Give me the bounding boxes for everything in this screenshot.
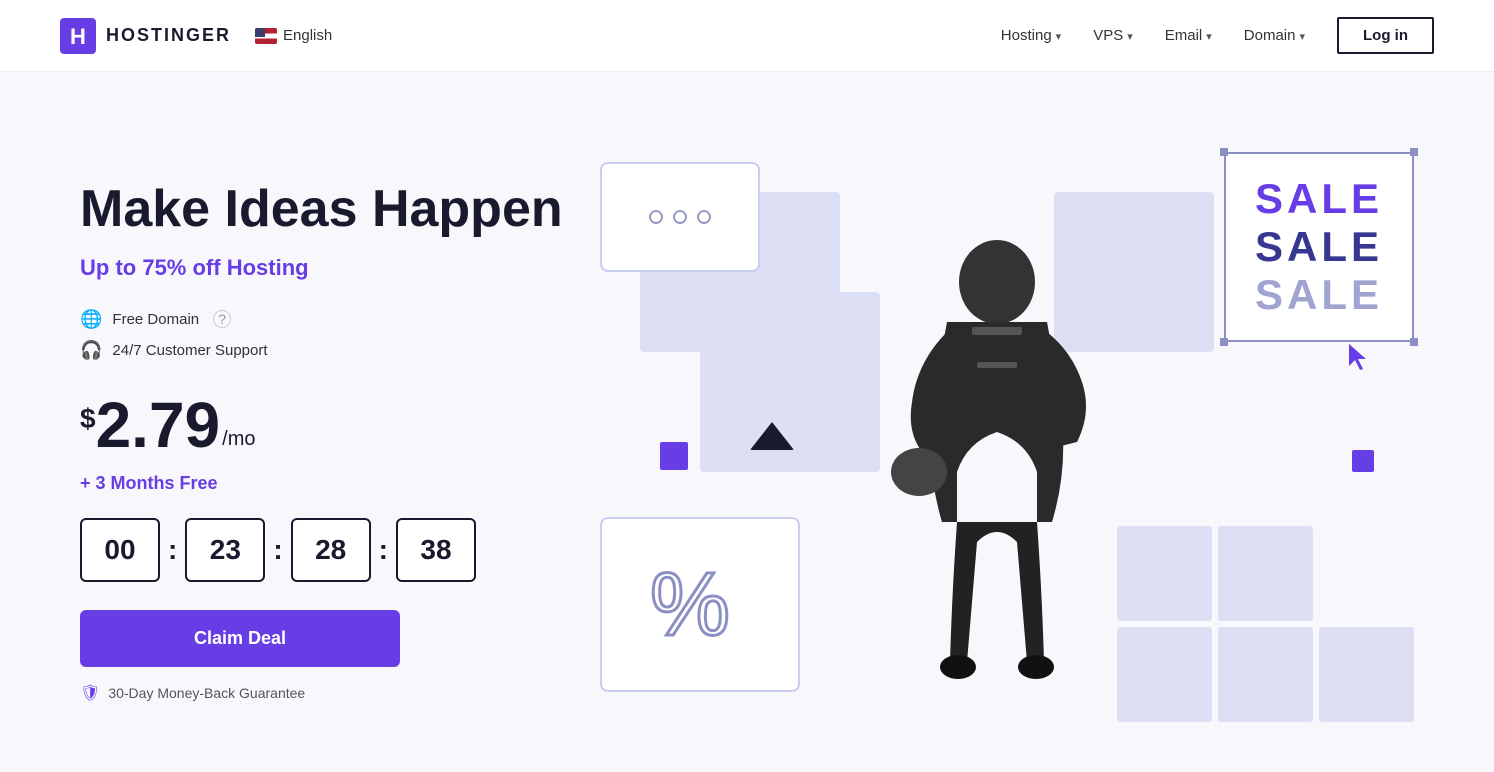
price-display: $ 2.79 /mo bbox=[80, 393, 580, 457]
chevron-down-icon: ▾ bbox=[1127, 30, 1133, 43]
logo-text: HOSTINGER bbox=[106, 25, 231, 46]
hero-title: Make Ideas Happen bbox=[80, 181, 580, 238]
chevron-down-icon: ▾ bbox=[1299, 30, 1305, 43]
grid-cell-6 bbox=[1319, 627, 1414, 722]
price-dollar: $ bbox=[80, 405, 96, 433]
language-label: English bbox=[283, 27, 332, 44]
claim-deal-button[interactable]: Claim Deal bbox=[80, 610, 400, 667]
main-content: Make Ideas Happen Up to 75% off Hosting … bbox=[0, 72, 1494, 772]
browser-dot-1 bbox=[649, 210, 663, 224]
login-button[interactable]: Log in bbox=[1337, 17, 1434, 54]
feature-list: 🌐 Free Domain ? 🎧 24/7 Customer Support bbox=[80, 309, 580, 361]
guarantee-text: 🛡 30-Day Money-Back Guarantee bbox=[80, 683, 580, 703]
deco-triangle-1 bbox=[750, 422, 794, 450]
subtitle-prefix: Up to bbox=[80, 255, 142, 280]
countdown-centiseconds: 38 bbox=[396, 518, 476, 582]
corner-tl bbox=[1220, 148, 1228, 156]
flag-icon bbox=[255, 28, 277, 44]
info-icon[interactable]: ? bbox=[213, 310, 231, 328]
svg-text:%: % bbox=[650, 555, 730, 655]
person-svg bbox=[857, 222, 1137, 732]
nav-right: Hosting ▾ VPS ▾ Email ▾ Domain ▾ Log in bbox=[1001, 17, 1434, 54]
price-amount: 2.79 bbox=[96, 393, 221, 457]
feature-support: 🎧 24/7 Customer Support bbox=[80, 340, 580, 361]
countdown-sep-2: : bbox=[273, 534, 282, 566]
hero-left: Make Ideas Happen Up to 75% off Hosting … bbox=[80, 161, 580, 702]
price-block: $ 2.79 /mo bbox=[80, 393, 580, 457]
svg-text:H: H bbox=[70, 24, 86, 49]
chevron-down-icon: ▾ bbox=[1206, 30, 1212, 43]
person-figure bbox=[857, 212, 1137, 732]
nav-email[interactable]: Email ▾ bbox=[1165, 27, 1212, 44]
countdown-sep-1: : bbox=[168, 534, 177, 566]
globe-icon: 🌐 bbox=[80, 309, 102, 330]
logo-icon: H bbox=[60, 18, 96, 54]
cursor-icon bbox=[1344, 342, 1374, 379]
sale-text-3: SALE bbox=[1255, 271, 1383, 319]
corner-br bbox=[1410, 338, 1418, 346]
corner-bl bbox=[1220, 338, 1228, 346]
logo[interactable]: H HOSTINGER bbox=[60, 18, 231, 54]
countdown-timer: 00 : 23 : 28 : 38 bbox=[80, 518, 580, 582]
grid-bg bbox=[1117, 526, 1414, 722]
grid-cell-3 bbox=[1319, 526, 1414, 621]
feature-domain: 🌐 Free Domain ? bbox=[80, 309, 580, 330]
grid-cell-5 bbox=[1218, 627, 1313, 722]
discount-highlight: 75% bbox=[142, 255, 186, 280]
corner-tr bbox=[1410, 148, 1418, 156]
browser-dot-3 bbox=[697, 210, 711, 224]
feature-support-text: 24/7 Customer Support bbox=[112, 342, 267, 359]
language-selector[interactable]: English bbox=[255, 27, 332, 44]
countdown-sep-3: : bbox=[379, 534, 388, 566]
nav-domain[interactable]: Domain ▾ bbox=[1244, 27, 1305, 44]
deco-dark-1 bbox=[660, 442, 688, 470]
sale-text-2: SALE bbox=[1255, 223, 1383, 271]
countdown-minutes: 23 bbox=[185, 518, 265, 582]
browser-card bbox=[600, 162, 760, 272]
shield-icon: 🛡 bbox=[80, 683, 100, 703]
grid-cell-2 bbox=[1218, 526, 1313, 621]
countdown-hours: 00 bbox=[80, 518, 160, 582]
deco-dark-2 bbox=[1352, 450, 1374, 472]
subtitle-suffix: off Hosting bbox=[186, 255, 308, 280]
headset-icon: 🎧 bbox=[80, 340, 102, 361]
sale-text-1: SALE bbox=[1255, 175, 1383, 223]
nav-vps[interactable]: VPS ▾ bbox=[1093, 27, 1133, 44]
chevron-down-icon: ▾ bbox=[1056, 30, 1062, 43]
nav-hosting[interactable]: Hosting ▾ bbox=[1001, 27, 1061, 44]
sale-card: SALE SALE SALE bbox=[1224, 152, 1414, 342]
percent-card: % bbox=[600, 517, 800, 692]
countdown-seconds: 28 bbox=[291, 518, 371, 582]
months-free: + 3 Months Free bbox=[80, 473, 580, 494]
price-period: /mo bbox=[222, 429, 255, 449]
nav-left: H HOSTINGER English bbox=[60, 18, 332, 54]
hero-subtitle: Up to 75% off Hosting bbox=[80, 255, 580, 281]
navbar: H HOSTINGER English Hosting ▾ VPS ▾ Emai… bbox=[0, 0, 1494, 72]
hero-right: % SALE SALE SALE bbox=[580, 132, 1414, 732]
browser-dot-2 bbox=[673, 210, 687, 224]
feature-domain-text: Free Domain bbox=[112, 311, 199, 328]
percent-icon: % bbox=[640, 545, 760, 665]
guarantee-label: 30-Day Money-Back Guarantee bbox=[108, 685, 305, 701]
